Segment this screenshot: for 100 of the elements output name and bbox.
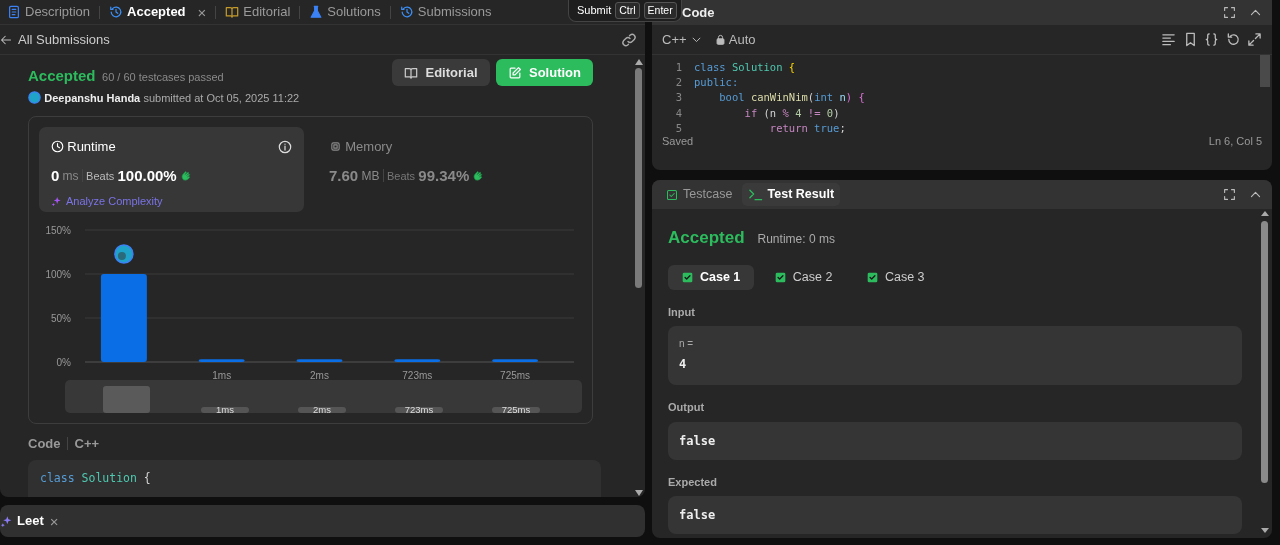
key-cap: Enter xyxy=(643,1,677,20)
clap-icon xyxy=(179,169,193,183)
sparkle-icon xyxy=(51,195,62,207)
line-number: 2 xyxy=(674,75,682,91)
line-number: 3 xyxy=(674,90,682,106)
stat-unit: ms xyxy=(62,167,79,185)
panel-tab[interactable]: Test Result xyxy=(741,183,841,206)
beats-label: Beats xyxy=(86,168,115,184)
stat-value: 7.60 xyxy=(329,165,359,186)
panel-tab[interactable]: Solutions xyxy=(306,2,384,22)
scrollbar[interactable] xyxy=(1261,211,1269,533)
axis-label: 100% xyxy=(45,269,71,280)
fullscreen-icon[interactable] xyxy=(1223,6,1236,19)
code-line: bool canWinNim(int n) { xyxy=(718,90,866,106)
axis-label: 725ms xyxy=(500,370,531,380)
book-icon xyxy=(225,5,240,19)
flask-icon xyxy=(309,5,324,19)
avatar-icon xyxy=(114,244,134,264)
mode-label: Auto xyxy=(728,30,756,49)
chart-navigator[interactable]: 1ms 2ms 723ms 725ms xyxy=(65,380,582,413)
panel-title: Code xyxy=(682,3,715,22)
scrollbar[interactable] xyxy=(1260,55,1270,87)
case-tab[interactable]: Case 1 xyxy=(668,264,755,290)
undo-icon[interactable] xyxy=(1225,32,1241,47)
testcases-text: 60 / 60 testcases passed xyxy=(102,70,224,85)
code-line: public: xyxy=(694,75,740,91)
code-line: class Solution { xyxy=(694,60,797,75)
bar[interactable] xyxy=(492,359,539,362)
panel-tab[interactable]: Editorial xyxy=(222,2,294,22)
save-status: Saved xyxy=(662,134,694,149)
line-number: 4 xyxy=(674,105,682,121)
author-name[interactable]: Deepanshu Handa xyxy=(44,89,141,106)
stat-value: 0 xyxy=(51,165,60,186)
navigator-label: 723ms xyxy=(395,404,443,413)
case-tab[interactable]: Case 3 xyxy=(852,264,939,290)
close-button[interactable]: × xyxy=(46,513,62,529)
link-button[interactable] xyxy=(621,31,637,48)
braces-icon[interactable] xyxy=(1204,32,1219,47)
beats-label: Beats xyxy=(386,168,416,184)
code-line: class Solution { xyxy=(40,469,152,487)
scrollbar[interactable] xyxy=(635,59,643,496)
language-dropdown[interactable]: C++ xyxy=(662,29,702,50)
status-text: Accepted xyxy=(28,66,96,86)
stat-title: Memory xyxy=(345,138,393,156)
stat-title: Runtime xyxy=(67,138,116,156)
line-number: 1 xyxy=(674,60,682,75)
code-line: return true; xyxy=(768,120,847,136)
stat-panel[interactable]: Memory 7.60 MB Beats 99.34% xyxy=(317,127,582,212)
axis-label: 723ms xyxy=(402,370,433,380)
axis-label: 150% xyxy=(45,225,71,236)
history-icon xyxy=(109,5,124,19)
case-tab[interactable]: Case 2 xyxy=(760,264,847,290)
axis-label: 50% xyxy=(51,313,71,324)
close-button[interactable]: × xyxy=(194,4,210,20)
sparkle-icon xyxy=(0,514,13,528)
back-link[interactable]: All Submissions xyxy=(0,29,110,50)
param-name: n = xyxy=(679,337,695,351)
axis-label: 1ms xyxy=(212,370,232,380)
code-title: Code xyxy=(28,435,61,453)
document-icon xyxy=(7,5,21,19)
panel-tab[interactable]: Leet xyxy=(0,511,47,531)
history-icon xyxy=(399,5,414,19)
axis-label: 2ms xyxy=(310,370,329,380)
stat-panel[interactable]: Runtime 0 ms Beats 100.00% Analyze Complexity xyxy=(39,127,304,212)
beats-value: 100.00% xyxy=(117,165,177,186)
field-label: Expected xyxy=(668,474,718,490)
panel-tab[interactable]: Testcase xyxy=(660,183,739,206)
back-arrow-icon xyxy=(0,33,12,46)
lock-icon xyxy=(714,34,726,45)
navigator-label: 1ms xyxy=(201,404,249,413)
fullscreen-icon[interactable] xyxy=(1223,188,1236,201)
output-box: false xyxy=(668,421,1242,460)
runtime-text: Runtime: 0 ms xyxy=(757,231,835,248)
submitted-text: submitted at Oct 05, 2025 11:22 xyxy=(143,90,300,106)
language-label: C++ xyxy=(74,435,100,453)
field-label: Output xyxy=(668,400,706,415)
format-icon[interactable] xyxy=(1161,32,1176,47)
panel-tab[interactable]: Submissions xyxy=(396,2,495,22)
checkbox-icon xyxy=(666,188,678,201)
navigator-label: 725ms xyxy=(492,404,540,413)
chip-icon xyxy=(329,140,342,154)
book-icon xyxy=(404,65,419,80)
editorial-button[interactable]: Editorial xyxy=(392,59,490,86)
avatar-icon xyxy=(28,91,41,105)
result-status: Accepted xyxy=(668,227,745,249)
key-cap: Ctrl xyxy=(615,1,640,20)
navigator-label: 2ms xyxy=(298,404,346,413)
code-line: if (n % 4 != 0) xyxy=(743,105,841,121)
info-icon[interactable] xyxy=(278,139,292,154)
panel-tab[interactable]: Accepted xyxy=(106,2,189,22)
field-label: Input xyxy=(668,304,696,320)
bar[interactable] xyxy=(100,274,147,362)
line-number: 5 xyxy=(674,120,682,136)
panel-tab[interactable]: Description xyxy=(4,2,94,22)
axis-label: 0% xyxy=(56,357,71,368)
terminal-icon xyxy=(747,187,763,202)
stat-unit: MB xyxy=(361,167,380,185)
expected-box: false xyxy=(668,496,1242,534)
expand-icon[interactable] xyxy=(1247,32,1262,47)
cursor-position: Ln 6, Col 5 xyxy=(1208,134,1262,149)
